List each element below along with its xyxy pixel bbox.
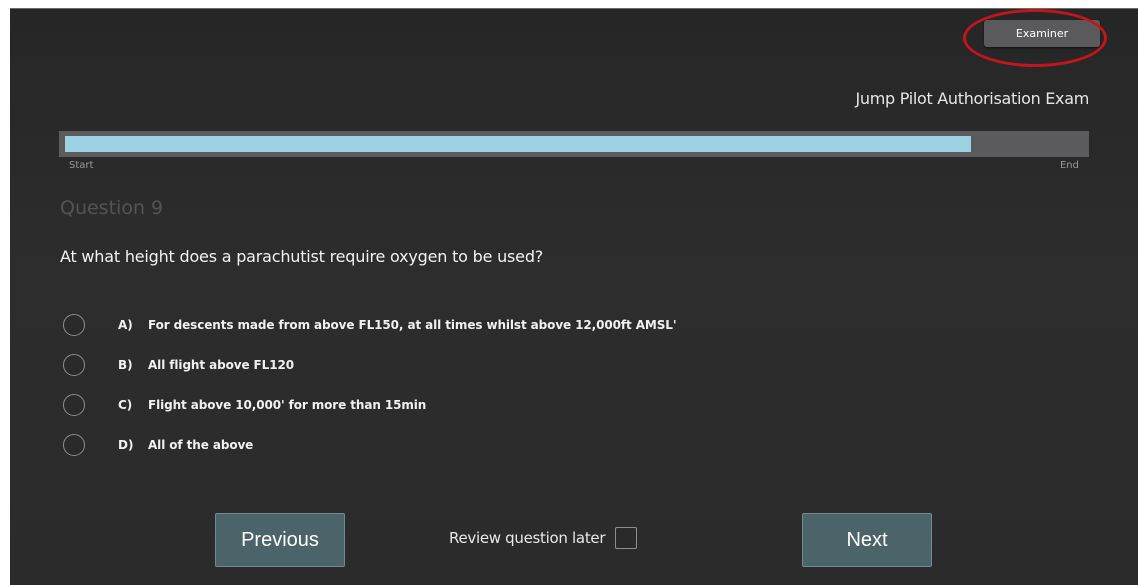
answer-options: A) For descents made from above FL150, a… — [63, 305, 963, 465]
answer-option-b[interactable]: B) All flight above FL120 — [63, 345, 963, 385]
question-text: At what height does a parachutist requir… — [60, 247, 544, 266]
option-text: Flight above 10,000' for more than 15min — [148, 398, 427, 412]
review-later-toggle[interactable]: Review question later — [449, 527, 638, 549]
exam-panel: Examiner Jump Pilot Authorisation Exam S… — [10, 8, 1138, 585]
answer-option-c[interactable]: C) Flight above 10,000' for more than 15… — [63, 385, 963, 425]
question-number: Question 9 — [60, 197, 164, 219]
review-later-checkbox[interactable] — [615, 527, 638, 549]
progress-bar — [59, 131, 1089, 157]
exam-title: Jump Pilot Authorisation Exam — [855, 89, 1090, 108]
option-letter: A) — [118, 318, 133, 332]
option-letter: C) — [118, 398, 133, 412]
option-letter: D) — [118, 438, 134, 452]
answer-option-a[interactable]: A) For descents made from above FL150, a… — [63, 305, 963, 345]
answer-option-d[interactable]: D) All of the above — [63, 425, 963, 465]
radio-button[interactable] — [63, 354, 85, 376]
radio-button[interactable] — [63, 434, 85, 456]
progress-fill — [65, 136, 971, 152]
review-later-label: Review question later — [449, 529, 606, 547]
option-text: For descents made from above FL150, at a… — [148, 318, 677, 332]
previous-button[interactable]: Previous — [215, 513, 345, 567]
radio-button[interactable] — [63, 314, 85, 336]
examiner-button[interactable]: Examiner — [984, 20, 1100, 47]
progress-end-label: End — [1059, 160, 1079, 171]
option-letter: B) — [118, 358, 133, 372]
radio-button[interactable] — [63, 394, 85, 416]
next-button[interactable]: Next — [802, 513, 932, 567]
option-text: All of the above — [148, 438, 254, 452]
progress-start-label: Start — [69, 160, 94, 171]
option-text: All flight above FL120 — [148, 358, 294, 372]
